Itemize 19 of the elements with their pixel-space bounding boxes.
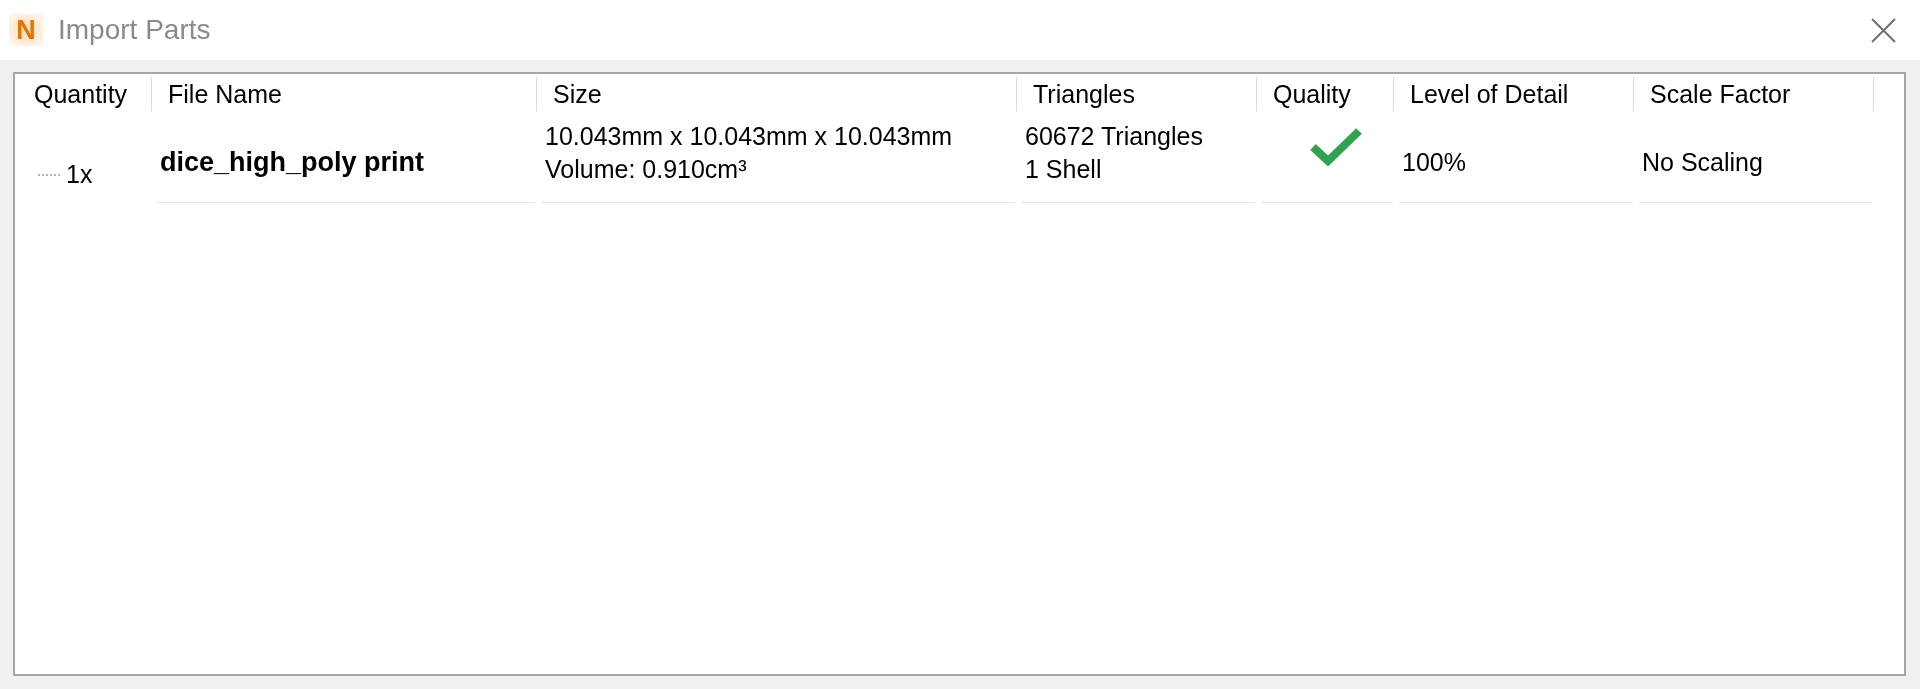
quantity-text: 1x bbox=[66, 159, 93, 190]
dimensions-text: 10.043mm x 10.043mm x 10.043mm bbox=[545, 121, 954, 152]
triangle-count-text: 60672 Triangles bbox=[1025, 121, 1204, 152]
window-title: Import Parts bbox=[58, 13, 211, 47]
volume-text: Volume: 0.910cm³ bbox=[545, 154, 748, 185]
close-icon bbox=[1871, 17, 1896, 43]
column-header[interactable]: Scale Factor bbox=[1634, 77, 1874, 111]
app-logo: N bbox=[9, 14, 43, 46]
column-header[interactable]: Size bbox=[537, 77, 1017, 111]
shell-count-text: 1 Shell bbox=[1025, 154, 1103, 185]
column-header[interactable]: File Name bbox=[152, 77, 537, 111]
scale-factor-text: No Scaling bbox=[1642, 147, 1764, 178]
column-header[interactable]: Triangles bbox=[1017, 77, 1257, 111]
file-name-text: dice_high_poly print bbox=[160, 146, 426, 179]
level-of-detail-text: 100% bbox=[1402, 147, 1467, 178]
column-header[interactable]: Quality bbox=[1257, 77, 1394, 111]
column-header[interactable]: Quantity bbox=[15, 77, 152, 111]
tree-dotted-line bbox=[38, 173, 61, 176]
column-header[interactable]: Level of Detail bbox=[1394, 77, 1634, 111]
